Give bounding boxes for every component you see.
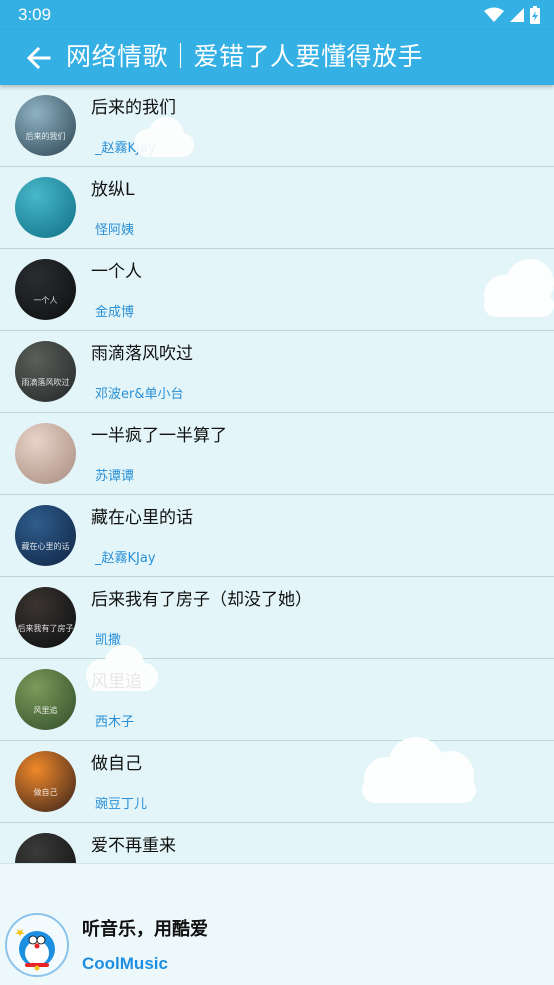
album-cover: 雨滴落风吹过 xyxy=(15,341,76,402)
app-bar: 网络情歌｜爱错了人要懂得放手 xyxy=(0,30,554,85)
song-item[interactable]: 雨滴落风吹过 雨滴落风吹过 邓波er&单小台 xyxy=(0,331,554,413)
status-bar: 3:09 xyxy=(0,0,554,30)
app-slogan: 听音乐，用酷爱 xyxy=(82,919,208,940)
signal-icon xyxy=(510,8,524,22)
song-artist: _赵霧KJay xyxy=(95,141,156,156)
battery-charging-icon xyxy=(530,6,540,24)
song-title: 一半疯了一半算了 xyxy=(91,426,227,446)
cover-text: 藏在心里的话 xyxy=(21,542,70,551)
album-cover: 一个人 xyxy=(15,259,76,320)
app-brand: CoolMusic xyxy=(82,954,168,973)
album-cover: 后来的我们 xyxy=(15,95,76,156)
song-title: 后来我有了房子（却没了她） xyxy=(91,590,312,610)
song-artist: 邓波er&单小台 xyxy=(95,387,184,402)
song-title: 做自己 xyxy=(91,754,142,774)
cover-text: 后来我有了房子 xyxy=(17,624,74,633)
cover-text: 一个人 xyxy=(33,296,58,305)
song-item[interactable]: 后来的我们 后来的我们 _赵霧KJay xyxy=(0,85,554,167)
album-cover: 做自己 xyxy=(15,751,76,812)
song-artist: _赵霧KJay xyxy=(95,551,156,566)
doraemon-icon xyxy=(15,929,55,971)
album-cover xyxy=(15,423,76,484)
song-item[interactable]: 放纵L 怪阿姨 xyxy=(0,167,554,249)
status-time: 3:09 xyxy=(18,5,52,24)
song-artist: 怪阿姨 xyxy=(95,223,135,238)
bottom-player-bar[interactable]: 听音乐，用酷爱 CoolMusic xyxy=(0,863,554,985)
song-artist: 凯撒 xyxy=(95,633,122,648)
song-title: 爱不再重来 xyxy=(91,836,176,856)
song-artist: 金成博 xyxy=(95,305,135,320)
song-artist: 豌豆丁儿 xyxy=(95,797,148,812)
song-title: 藏在心里的话 xyxy=(91,508,193,528)
song-artist: 西木子 xyxy=(95,715,135,730)
song-title: 风里追 xyxy=(91,672,142,692)
doraemon-avatar-icon[interactable] xyxy=(5,913,69,977)
cover-text: 做自己 xyxy=(33,788,58,797)
cover-text: 风里追 xyxy=(33,706,58,715)
song-item[interactable]: 做自己 做自己 豌豆丁儿 xyxy=(0,741,554,823)
album-cover: 藏在心里的话 xyxy=(15,505,76,566)
song-item[interactable]: 藏在心里的话 藏在心里的话 _赵霧KJay xyxy=(0,495,554,577)
back-button[interactable] xyxy=(24,43,54,73)
album-cover xyxy=(15,177,76,238)
page-title: 网络情歌｜爱错了人要懂得放手 xyxy=(66,42,424,71)
song-title: 一个人 xyxy=(91,262,142,282)
wifi-icon xyxy=(484,7,504,22)
song-list[interactable]: 后来的我们 后来的我们 _赵霧KJay 放纵L 怪阿姨 一个人 一个人 金成博 … xyxy=(0,85,554,863)
cover-text: 后来的我们 xyxy=(25,132,66,141)
song-artist: 苏谭谭 xyxy=(95,469,135,484)
status-icons xyxy=(484,6,540,24)
song-item[interactable]: 爱不再重来 xyxy=(0,823,554,863)
cover-text: 雨滴落风吹过 xyxy=(21,378,70,387)
song-title: 后来的我们 xyxy=(91,98,176,118)
song-item[interactable]: 后来我有了房子 后来我有了房子（却没了她） 凯撒 xyxy=(0,577,554,659)
song-item[interactable]: 风里追 风里追 西木子 xyxy=(0,659,554,741)
arrow-left-icon xyxy=(26,46,51,70)
song-item[interactable]: 一个人 一个人 金成博 xyxy=(0,249,554,331)
album-cover: 风里追 xyxy=(15,669,76,730)
song-item[interactable]: 一半疯了一半算了 苏谭谭 xyxy=(0,413,554,495)
album-cover: 后来我有了房子 xyxy=(15,587,76,648)
album-cover xyxy=(15,833,76,863)
song-title: 放纵L xyxy=(91,180,135,200)
song-title: 雨滴落风吹过 xyxy=(91,344,193,364)
